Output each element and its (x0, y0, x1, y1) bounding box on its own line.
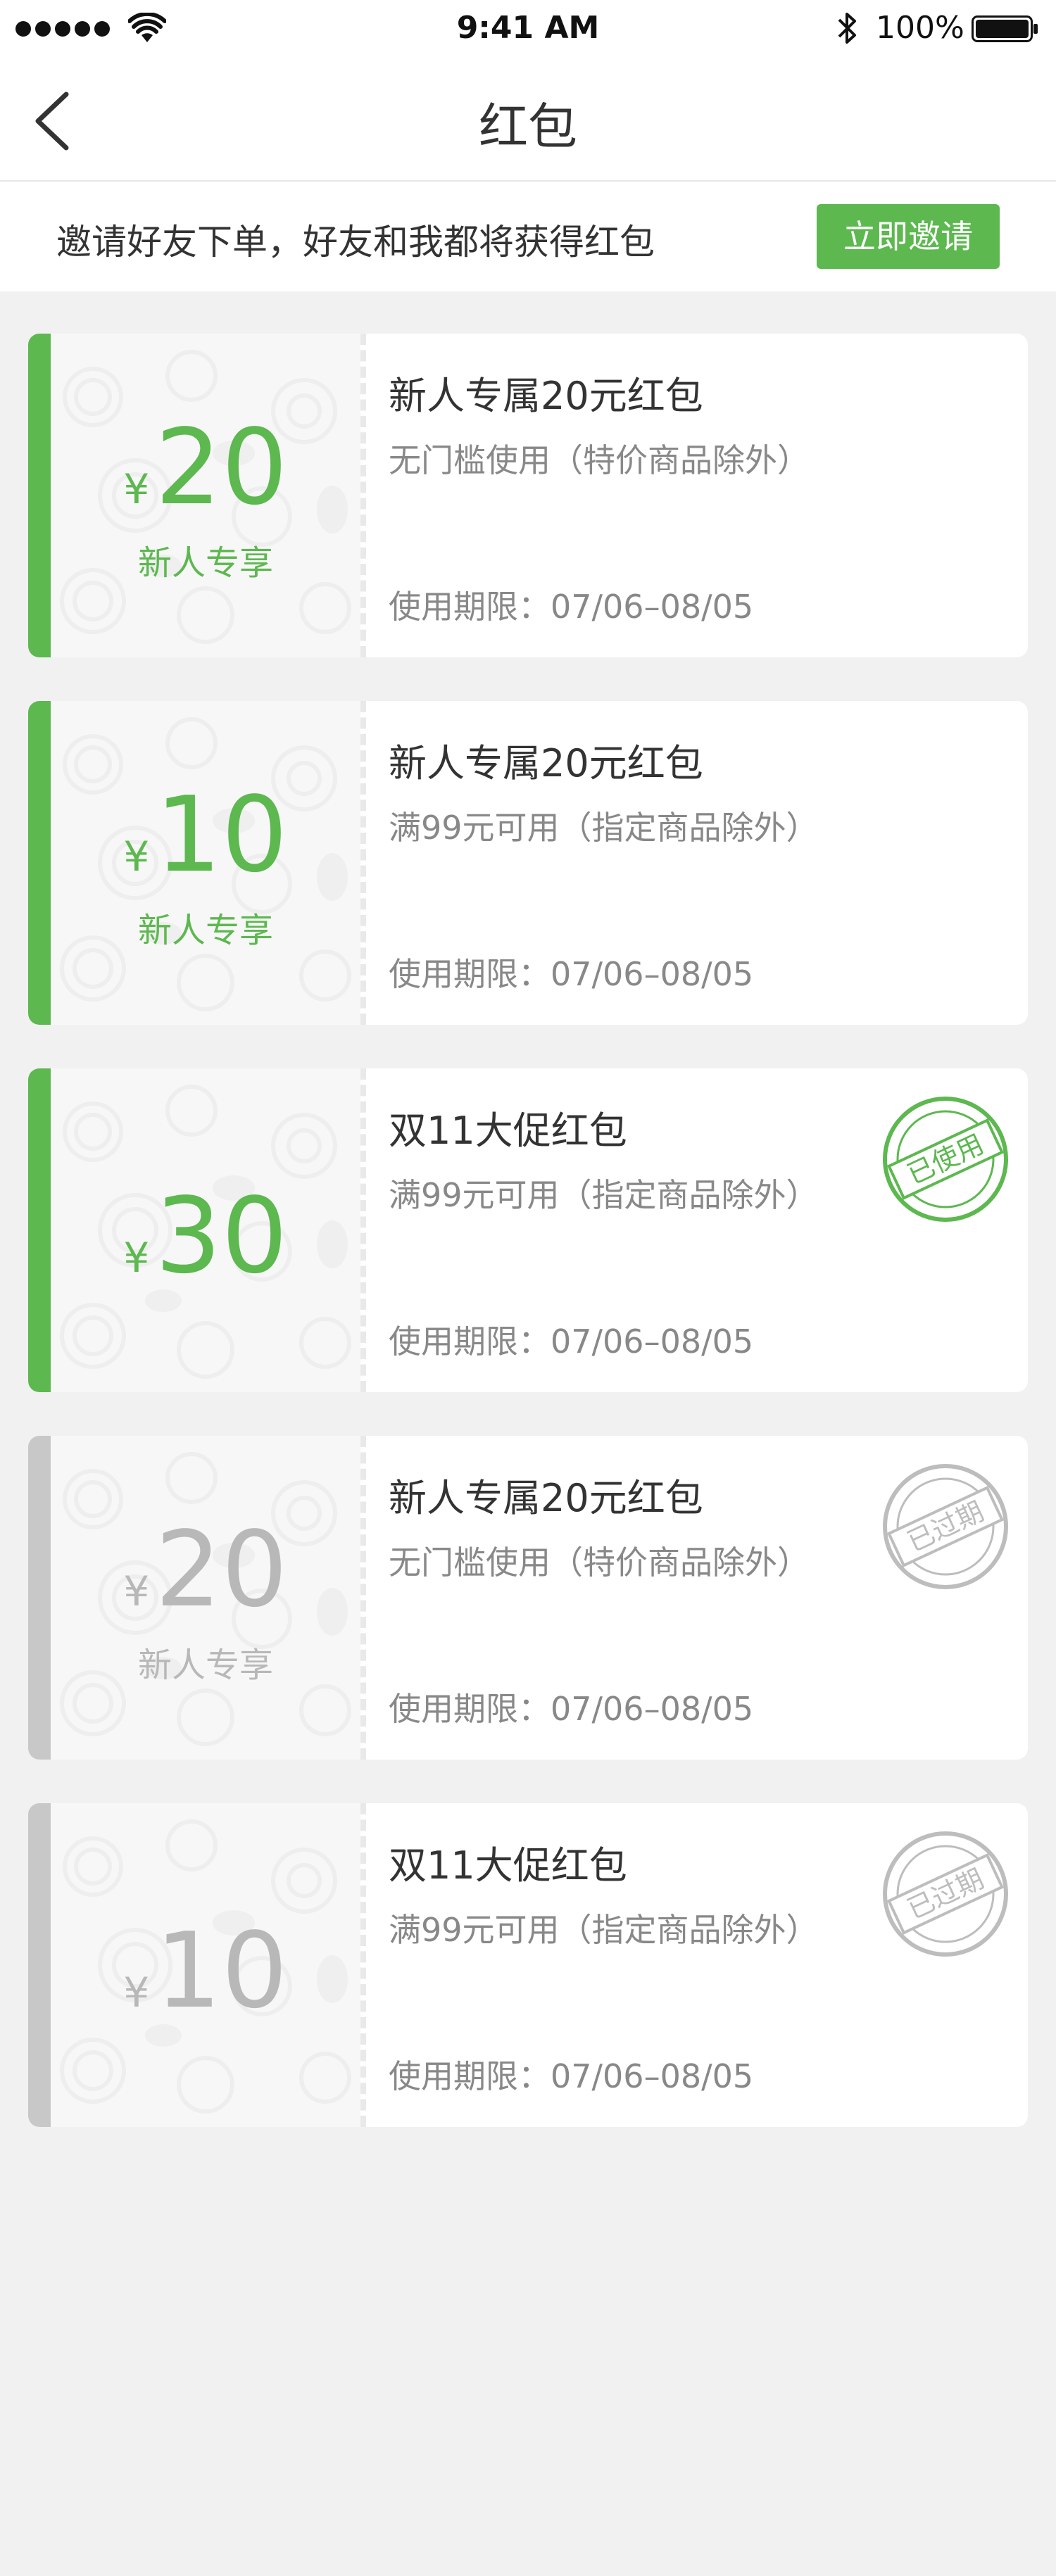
currency-symbol: ¥ (123, 833, 150, 880)
coupon-validity: 使用期限：07/06–08/05 (389, 955, 754, 993)
currency-symbol: ¥ (123, 465, 150, 513)
battery-icon (972, 15, 1038, 42)
coupon-amount-value: 10 (155, 774, 288, 895)
coupon-amount-value: 30 (155, 1175, 288, 1296)
coupon-amount-value: 20 (155, 407, 288, 528)
coupon-title: 新人专属20元红包 (389, 374, 703, 418)
coupon-divider (360, 1803, 366, 2127)
page-title: 红包 (479, 98, 577, 156)
bluetooth-icon (838, 13, 856, 44)
expired-stamp-icon: 已过期 (883, 1831, 1008, 1957)
stamp-text: 已过期 (903, 1496, 988, 1558)
coupon-value-panel: ¥20 新人专享 (51, 1436, 360, 1760)
coupon-stripe (28, 1803, 51, 2127)
expired-stamp-icon: 已过期 (883, 1464, 1008, 1589)
coupon-amount: ¥20 (51, 1517, 360, 1622)
coupon-amount: ¥30 (51, 1184, 360, 1288)
invite-now-button[interactable]: 立即邀请 (817, 204, 1000, 269)
coupon-condition: 满99元可用（指定商品除外） (389, 809, 819, 847)
coupon-validity: 使用期限：07/06–08/05 (389, 2057, 754, 2095)
currency-symbol: ¥ (123, 1567, 150, 1615)
coupon-value-panel: ¥10 (51, 1803, 360, 2127)
coupon-title: 双11大促红包 (389, 1843, 627, 1888)
coupon-card[interactable]: ¥10 新人专享 新人专属20元红包 满99元可用（指定商品除外） 使用期限：0… (28, 701, 1028, 1025)
battery-percent: 100% (876, 10, 964, 46)
coupon-title: 双11大促红包 (389, 1109, 627, 1153)
coupon-amount-value: 20 (155, 1509, 288, 1630)
coupon-tag: 新人专享 (137, 911, 273, 950)
coupon-value-panel: ¥10 新人专享 (51, 701, 360, 1025)
coupon-amount: ¥20 (51, 415, 360, 519)
coupon-validity: 使用期限：07/06–08/05 (389, 1322, 754, 1360)
coupon-title: 新人专属20元红包 (389, 1476, 703, 1520)
coupon-value-panel: ¥20 新人专享 (51, 334, 360, 657)
invite-text: 邀请好友下单，好友和我都将获得红包 (56, 222, 655, 263)
coupon-condition: 满99元可用（指定商品除外） (389, 1911, 819, 1949)
currency-symbol: ¥ (123, 1234, 150, 1282)
coupon-condition: 无门槛使用（特价商品除外） (389, 1543, 810, 1581)
coupon-validity: 使用期限：07/06–08/05 (389, 1690, 754, 1728)
coupon-stripe (28, 334, 51, 657)
coupon-value-panel: ¥30 (51, 1068, 360, 1392)
stamp-text: 已过期 (903, 1863, 988, 1925)
coupon-validity: 使用期限：07/06–08/05 (389, 588, 754, 626)
coupon-amount-value: 10 (155, 1910, 288, 2031)
currency-symbol: ¥ (123, 1969, 150, 2016)
nav-bar: 红包 (0, 59, 1056, 182)
coupon-card[interactable]: ¥10 双11大促红包 满99元可用（指定商品除外） 使用期限：07/06–08… (28, 1803, 1028, 2127)
used-stamp-icon: 已使用 (883, 1097, 1008, 1222)
invite-banner: 邀请好友下单，好友和我都将获得红包 立即邀请 (0, 182, 1056, 291)
coupon-amount: ¥10 (51, 1919, 360, 2023)
coupon-card[interactable]: ¥20 新人专享 新人专属20元红包 无门槛使用（特价商品除外） 使用期限：07… (28, 334, 1028, 657)
coupon-divider (360, 334, 366, 657)
coupon-stripe (28, 1436, 51, 1760)
stamp-text: 已使用 (903, 1128, 988, 1190)
coupon-tag: 新人专享 (137, 543, 273, 583)
coupon-card[interactable]: ¥30 双11大促红包 满99元可用（指定商品除外） 使用期限：07/06–08… (28, 1068, 1028, 1392)
status-bar: 9:41 AM 100% (0, 0, 1056, 59)
coupon-stripe (28, 701, 51, 1025)
coupon-divider (360, 1068, 366, 1392)
coupon-stripe (28, 1068, 51, 1392)
coupon-divider (360, 701, 366, 1025)
coupon-card[interactable]: ¥20 新人专享 新人专属20元红包 无门槛使用（特价商品除外） 使用期限：07… (28, 1436, 1028, 1760)
coupon-condition: 无门槛使用（特价商品除外） (389, 441, 810, 479)
coupon-divider (360, 1436, 366, 1760)
coupon-amount: ¥10 (51, 783, 360, 887)
coupon-condition: 满99元可用（指定商品除外） (389, 1176, 819, 1214)
coupon-tag: 新人专享 (137, 1646, 273, 1685)
coupon-title: 新人专属20元红包 (389, 741, 703, 785)
